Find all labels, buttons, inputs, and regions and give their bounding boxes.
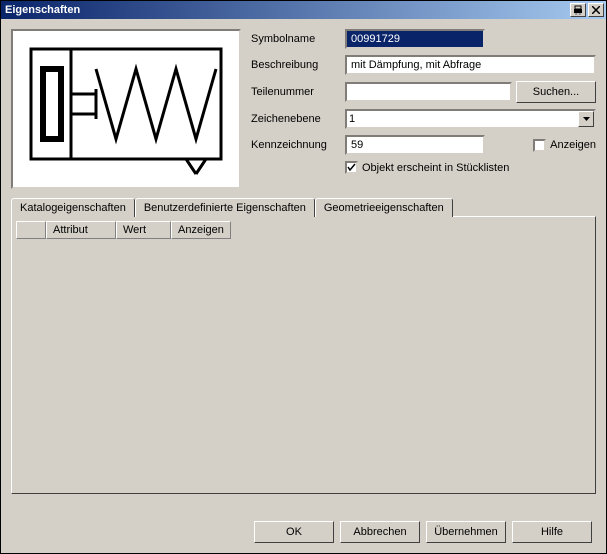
col-blank[interactable] — [16, 221, 46, 239]
kennzeichnung-input[interactable]: 59 — [345, 135, 485, 155]
stuecklisten-checkbox[interactable]: Objekt erscheint in Stücklisten — [345, 161, 509, 174]
upper-section: Symbolname 00991729 Beschreibung mit Däm… — [11, 29, 596, 189]
zeichenebene-value: 1 — [349, 113, 355, 125]
suchen-button[interactable]: Suchen... — [516, 81, 596, 103]
stuecklisten-label: Objekt erscheint in Stücklisten — [362, 162, 509, 174]
zeichenebene-select[interactable]: 1 — [345, 109, 596, 129]
titlebar: Eigenschaften — [1, 1, 606, 19]
dialog-buttons: OK Abbrechen Übernehmen Hilfe — [254, 521, 592, 543]
checkbox-checked-icon — [345, 161, 358, 174]
ok-button[interactable]: OK — [254, 521, 334, 543]
chevron-down-icon — [578, 111, 594, 127]
window-title: Eigenschaften — [3, 4, 570, 16]
anzeigen-label: Anzeigen — [550, 139, 596, 151]
col-attribut[interactable]: Attribut — [46, 221, 116, 239]
abbrechen-button[interactable]: Abbrechen — [340, 521, 420, 543]
properties-dialog: Eigenschaften — [0, 0, 607, 554]
symbolname-input[interactable]: 00991729 — [345, 29, 485, 49]
close-icon[interactable] — [588, 3, 604, 17]
checkbox-icon — [533, 139, 546, 152]
tab-benutzer[interactable]: Benutzerdefinierte Eigenschaften — [135, 198, 315, 217]
beschreibung-input[interactable]: mit Dämpfung, mit Abfrage — [345, 55, 596, 75]
tab-geometrie[interactable]: Geometrieeigenschaften — [315, 198, 453, 217]
col-wert[interactable]: Wert — [116, 221, 171, 239]
symbol-preview — [11, 29, 241, 189]
teilenummer-label: Teilenummer — [251, 86, 341, 98]
pneumatic-symbol-icon — [21, 39, 231, 179]
tab-katalog[interactable]: Katalogeigenschaften — [11, 198, 135, 217]
property-fields: Symbolname 00991729 Beschreibung mit Däm… — [251, 29, 596, 189]
kennzeichnung-label: Kennzeichnung — [251, 139, 341, 151]
tab-strip: Katalogeigenschaften Benutzerdefinierte … — [11, 198, 596, 217]
beschreibung-label: Beschreibung — [251, 59, 341, 71]
titlebar-buttons — [570, 3, 604, 17]
dialog-content: Symbolname 00991729 Beschreibung mit Däm… — [1, 19, 606, 553]
zeichenebene-label: Zeichenebene — [251, 113, 341, 125]
anzeigen-checkbox[interactable]: Anzeigen — [533, 139, 596, 152]
teilenummer-input[interactable] — [345, 82, 512, 102]
col-anzeigen[interactable]: Anzeigen — [171, 221, 231, 239]
print-icon[interactable] — [570, 3, 586, 17]
hilfe-button[interactable]: Hilfe — [512, 521, 592, 543]
symbolname-label: Symbolname — [251, 33, 341, 45]
uebernehmen-button[interactable]: Übernehmen — [426, 521, 506, 543]
table-header: Attribut Wert Anzeigen — [16, 221, 591, 239]
tab-panel: Attribut Wert Anzeigen — [11, 216, 596, 494]
